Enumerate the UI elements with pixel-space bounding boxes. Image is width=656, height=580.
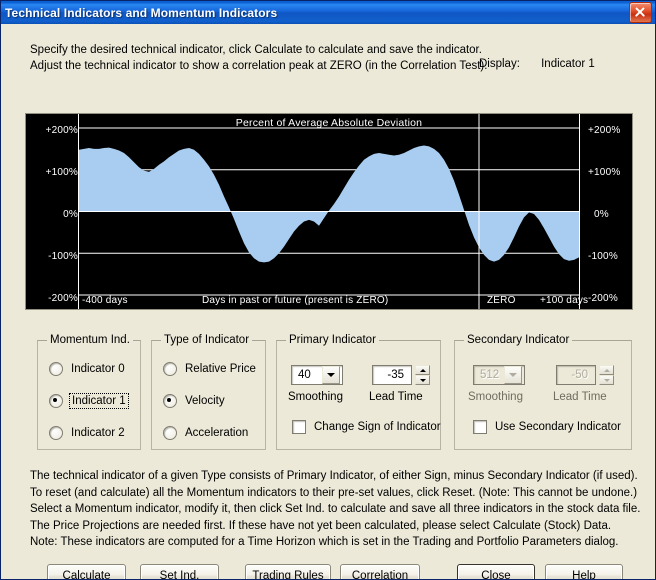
- radio-label: Velocity: [185, 395, 225, 407]
- type-of-indicator-group: Type of Indicator Relative Price Velocit…: [151, 334, 266, 450]
- close-button[interactable]: Close: [457, 564, 535, 579]
- y-tick-left-0: +200%: [45, 125, 78, 136]
- intro-text: Specify the desired technical indicator,…: [30, 42, 487, 74]
- change-sign-checkbox-label: Change Sign of Indicator: [314, 421, 441, 433]
- x-tick-zero: ZERO: [487, 295, 516, 306]
- primary-indicator-group: Primary Indicator 40 Smoothing -35 Lead …: [276, 334, 441, 450]
- y-tick-right-4: -200%: [588, 293, 618, 304]
- secondary-indicator-group: Secondary Indicator 512 Smoothing -50 Le…: [454, 334, 632, 450]
- y-tick-right-0: +200%: [588, 125, 621, 136]
- checkbox-icon[interactable]: [292, 420, 306, 434]
- primary-group-legend: Primary Indicator: [286, 334, 379, 346]
- chart-area-series: [79, 145, 579, 263]
- radio-acceleration[interactable]: Acceleration: [163, 426, 248, 440]
- primary-smoothing-value: 40: [298, 369, 311, 381]
- y-tick-left-4: -200%: [48, 293, 78, 304]
- spinner-up-icon[interactable]: [415, 365, 430, 375]
- primary-smoothing-combo[interactable]: 40: [291, 365, 343, 385]
- radio-circle-icon: [163, 394, 177, 408]
- footer-line-5: Note: These indicators are computed for …: [30, 536, 619, 548]
- spinner-down-icon[interactable]: [415, 375, 430, 385]
- footer-line-1: The technical indicator of a given Type …: [30, 470, 638, 482]
- radio-circle-icon: [49, 394, 63, 408]
- correlation-button[interactable]: Correlation: [340, 564, 420, 579]
- y-tick-left-3: -100%: [48, 251, 78, 262]
- help-button[interactable]: Help: [545, 564, 623, 579]
- primary-smoothing-label: Smoothing: [288, 391, 343, 403]
- type-group-legend: Type of Indicator: [161, 334, 253, 346]
- secondary-group-legend: Secondary Indicator: [464, 334, 573, 346]
- footer-help-text: The technical indicator of a given Type …: [30, 468, 640, 551]
- spinner-up-icon: [599, 365, 614, 375]
- radio-circle-icon: [49, 426, 63, 440]
- y-tick-right-1: +100%: [588, 167, 621, 178]
- dialog-body: Specify the desired technical indicator,…: [1, 24, 655, 579]
- x-tick-start: -400 days: [82, 295, 128, 306]
- radio-label: Relative Price: [185, 363, 256, 375]
- radio-indicator-2[interactable]: Indicator 2: [49, 426, 125, 440]
- display-field: Display: Indicator 1: [479, 58, 595, 70]
- primary-lead-time-value: -35: [387, 369, 404, 381]
- set-ind-button[interactable]: Set Ind.: [140, 564, 219, 579]
- secondary-smoothing-label: Smoothing: [468, 391, 523, 403]
- intro-line-1: Specify the desired technical indicator,…: [30, 44, 482, 56]
- footer-line-4: The Price Projections are needed first. …: [30, 519, 612, 532]
- intro-line-2: Adjust the technical indicator to show a…: [30, 60, 488, 72]
- radio-indicator-0[interactable]: Indicator 0: [49, 362, 125, 376]
- y-tick-left-2: 0%: [63, 209, 78, 220]
- footer-line-3: Select a Momentum indicator, modify it, …: [30, 503, 641, 515]
- chevron-down-icon[interactable]: [322, 366, 340, 384]
- radio-relative-price[interactable]: Relative Price: [163, 362, 256, 376]
- use-secondary-checkbox-row[interactable]: Use Secondary Indicator: [473, 420, 621, 434]
- momentum-indicator-group: Momentum Ind. Indicator 0 Indicator 1 In…: [37, 334, 141, 450]
- secondary-smoothing-value: 512: [480, 369, 500, 381]
- chart-y-axis-left: +200% +100% 0% -100% -200%: [26, 114, 78, 309]
- radio-indicator-1[interactable]: Indicator 1: [49, 393, 129, 409]
- chart-plot-area: [79, 114, 579, 309]
- y-tick-right-3: -100%: [588, 251, 618, 262]
- radio-circle-icon: [163, 362, 177, 376]
- chevron-down-icon: [504, 366, 522, 384]
- y-tick-left-1: +100%: [45, 167, 78, 178]
- primary-lead-time-spinner[interactable]: [415, 365, 430, 385]
- title-bar: Technical Indicators and Momentum Indica…: [1, 1, 655, 24]
- close-x-icon[interactable]: [629, 2, 652, 23]
- secondary-lead-time-label: Lead Time: [553, 391, 607, 403]
- window-title: Technical Indicators and Momentum Indica…: [5, 5, 278, 20]
- footer-line-2: To reset (and calculate) all the Momentu…: [30, 486, 638, 499]
- radio-label: Indicator 0: [71, 363, 125, 375]
- secondary-lead-time-value: -50: [571, 369, 588, 381]
- trading-rules-button[interactable]: Trading Rules: [245, 564, 331, 579]
- radio-label: Indicator 1: [69, 393, 129, 409]
- primary-lead-time-label: Lead Time: [369, 391, 423, 403]
- dialog-window: Technical Indicators and Momentum Indica…: [0, 0, 656, 580]
- spinner-down-icon: [599, 375, 614, 385]
- change-sign-checkbox-row[interactable]: Change Sign of Indicator: [292, 420, 441, 434]
- primary-lead-time-input[interactable]: -35: [372, 365, 412, 385]
- radio-label: Acceleration: [185, 427, 249, 439]
- display-label: Display:: [479, 58, 520, 70]
- radio-label: Indicator 2: [71, 427, 125, 439]
- secondary-smoothing-combo: 512: [473, 365, 525, 385]
- chart-svg: [79, 114, 579, 309]
- secondary-lead-time-input: -50: [556, 365, 596, 385]
- radio-circle-icon: [163, 426, 177, 440]
- chart-y-axis-right: +200% +100% 0% -100% -200%: [580, 114, 632, 309]
- x-tick-end: +100 days: [540, 295, 589, 306]
- indicator-chart: Percent of Average Absolute Deviation +2…: [25, 113, 633, 310]
- chart-x-axis-label: Days in past or future (present is ZERO): [202, 295, 389, 306]
- display-value: Indicator 1: [541, 58, 595, 70]
- secondary-lead-time-spinner: [599, 365, 614, 385]
- checkbox-icon[interactable]: [473, 420, 487, 434]
- radio-velocity[interactable]: Velocity: [163, 394, 225, 408]
- momentum-group-legend: Momentum Ind.: [47, 334, 133, 346]
- use-secondary-checkbox-label: Use Secondary Indicator: [495, 421, 621, 433]
- radio-circle-icon: [49, 362, 63, 376]
- calculate-button[interactable]: Calculate: [47, 564, 126, 579]
- y-tick-right-2: 0%: [594, 209, 609, 220]
